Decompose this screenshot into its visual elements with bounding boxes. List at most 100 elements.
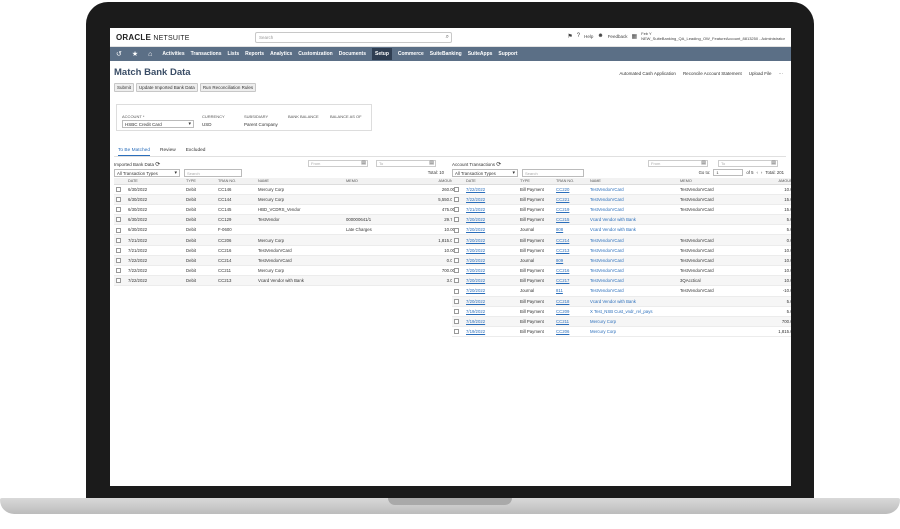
table-row[interactable]: 6/30/2022 Debit CC144 Mercury Corp 5,550.00 [114, 194, 458, 205]
right-search-input[interactable]: Search [522, 169, 584, 177]
page-action-2[interactable]: Upload File [749, 71, 772, 76]
action-button-1[interactable]: Update Imported Bank Data [136, 83, 198, 92]
row-checkbox[interactable] [116, 196, 121, 202]
table-row[interactable]: 7/20/2022 Bill Payment CC214 TestVendorVCar… [452, 234, 791, 246]
feedback-icon[interactable]: ☻ [597, 33, 603, 39]
cell-value[interactable]: CC214 [556, 238, 569, 243]
cell-value[interactable]: CC218 [556, 299, 569, 304]
cell-value[interactable]: 7/22/2022 [466, 197, 485, 202]
help-link[interactable]: Help [584, 34, 593, 39]
cell-value[interactable]: TestVendorVCard [590, 288, 624, 293]
role-switcher[interactable]: Feb Y NEW_SuiteBanking_QA_Leading_OW_Fea… [641, 31, 785, 41]
cell-value[interactable]: CC213 [556, 248, 569, 253]
cell-value[interactable]: CC215 [556, 217, 569, 222]
nav-item-commerce[interactable]: Commerce [398, 51, 424, 57]
table-row[interactable]: 6/30/2022 Debit CC129 TestVendor 000000641/1… [114, 214, 458, 226]
row-checkbox[interactable] [454, 329, 459, 335]
row-checkbox[interactable] [454, 186, 459, 192]
cell-value[interactable]: 7/20/2022 [466, 217, 485, 222]
chevron-left-icon[interactable]: ‹ [756, 170, 757, 175]
nav-item-lists[interactable]: Lists [227, 51, 239, 57]
calendar-icon[interactable]: ▤ [701, 160, 706, 166]
cell-value[interactable]: Vcard Vendor with Bank [590, 299, 636, 304]
cell-value[interactable]: TestVendorVCard [590, 207, 624, 212]
cell-value[interactable]: 7/20/2022 [466, 248, 485, 253]
table-row[interactable]: 6/30/2022 Debit CC145 HBD_VCDRS_Vendor 475.0… [114, 204, 458, 216]
cell-value[interactable]: Mercury Corp [590, 319, 616, 324]
home-icon[interactable]: ⌂ [148, 51, 152, 58]
right-from-date[interactable]: From ▤ [648, 160, 708, 167]
calendar-icon[interactable]: ▤ [429, 160, 434, 166]
nav-item-suitebanking[interactable]: SuiteBanking [430, 51, 462, 57]
row-checkbox[interactable] [454, 268, 459, 274]
nav-item-customization[interactable]: Customization [298, 51, 332, 57]
left-to-date[interactable]: To ▤ [376, 160, 436, 167]
row-checkbox[interactable] [116, 258, 121, 264]
cell-value[interactable]: TestVendorVCard [590, 258, 624, 263]
calendar-icon[interactable]: ▤ [771, 160, 776, 166]
cell-value[interactable]: X Test_NSB Cust_vndr_rel_pays [590, 309, 653, 314]
table-row[interactable]: 7/20/2022 Bill Payment CC215 Vcard Vendor w… [452, 214, 791, 226]
nav-item-transactions[interactable]: Transactions [191, 51, 222, 57]
nav-item-analytics[interactable]: Analytics [270, 51, 292, 57]
table-row[interactable]: 7/21/2022 Bill Payment CC219 TestVendorVCar… [452, 204, 791, 216]
row-checkbox[interactable] [116, 237, 121, 243]
row-checkbox[interactable] [454, 319, 459, 325]
chevron-right-icon[interactable]: › [761, 170, 762, 175]
row-checkbox[interactable] [116, 268, 121, 274]
table-row[interactable]: 7/22/2022 Debit CC211 Mercury Corp 700.00 [114, 265, 458, 277]
table-row[interactable]: 7/20/2022 Bill Payment CC213 TestVendorVCar… [452, 245, 791, 256]
cell-value[interactable]: 7/19/2022 [466, 329, 485, 334]
table-row[interactable]: 7/22/2022 Bill Payment CC221 TestVendorVCar… [452, 194, 791, 205]
cell-value[interactable]: CC219 [556, 207, 569, 212]
cell-value[interactable]: 7/20/2022 [466, 278, 485, 283]
nav-item-documents[interactable]: Documents [339, 51, 366, 57]
help-icon[interactable]: ? [577, 33, 580, 39]
cell-value[interactable]: TestVendorVCard [590, 268, 624, 273]
history-icon[interactable]: ↺ [116, 50, 122, 58]
recent-records-icon[interactable]: ⚑ [567, 33, 572, 40]
cell-value[interactable]: 7/20/2022 [466, 227, 485, 232]
page-action-1[interactable]: Reconcile Account Statement [683, 71, 742, 76]
calendar-icon[interactable]: ▤ [361, 160, 366, 166]
row-checkbox[interactable] [116, 227, 121, 233]
cell-value[interactable]: 7/21/2022 [466, 207, 485, 212]
cell-value[interactable]: CC209 [556, 309, 569, 314]
table-row[interactable]: 7/20/2022 Journal 809 TestVendorVCard TestVe… [452, 255, 791, 267]
row-checkbox[interactable] [454, 247, 459, 253]
cell-value[interactable]: Mercury Corp [590, 329, 616, 334]
row-checkbox[interactable] [116, 278, 121, 284]
feedback-link[interactable]: Feedback [608, 34, 628, 39]
row-checkbox[interactable] [454, 288, 459, 294]
cell-value[interactable]: CC206 [556, 329, 569, 334]
cell-value[interactable]: CC211 [556, 319, 569, 324]
nav-item-suiteapps[interactable]: SuiteApps [468, 51, 493, 57]
tab-review[interactable]: Review [160, 148, 176, 156]
cell-value[interactable]: 7/20/2022 [466, 299, 485, 304]
action-button-0[interactable]: Submit [114, 83, 135, 92]
table-row[interactable]: 7/20/2022 Bill Payment CC218 Vcard Vendor w… [452, 296, 791, 307]
global-search-input[interactable]: Search ⌕ [255, 32, 452, 43]
table-row[interactable]: 7/19/2022 Bill Payment CC211 Mercury Corp 70… [452, 316, 791, 328]
netsuite-logo[interactable]: ORACLE NETSUITE [116, 33, 190, 42]
cell-value[interactable]: CC217 [556, 278, 569, 283]
table-row[interactable]: 7/22/2022 Debit CC214 TestVendorVCard 0.00 [114, 255, 458, 267]
row-checkbox[interactable] [454, 258, 459, 264]
account-select[interactable]: HSBC Credit Card ▾ [122, 120, 194, 128]
cell-value[interactable]: 7/22/2022 [466, 187, 485, 192]
cell-value[interactable]: 7/20/2022 [466, 258, 485, 263]
row-checkbox[interactable] [454, 207, 459, 213]
nav-item-support[interactable]: Support [498, 51, 517, 57]
cell-value[interactable]: 7/19/2022 [466, 309, 485, 314]
table-row[interactable]: 7/21/2022 Debit CC206 Mercury Corp 1,815.00 [114, 234, 458, 246]
cell-value[interactable]: 7/20/2022 [466, 268, 485, 273]
cell-value[interactable]: 7/20/2022 [466, 288, 485, 293]
page-select[interactable]: 1 [713, 169, 744, 176]
cell-value[interactable]: 7/19/2022 [466, 319, 485, 324]
table-row[interactable]: 7/19/2022 Bill Payment CC206 Mercury Corp 1,… [452, 326, 791, 338]
cell-value[interactable]: 811 [556, 288, 563, 293]
tab-excluded[interactable]: Excluded [186, 148, 206, 156]
row-checkbox[interactable] [454, 196, 459, 202]
cell-value[interactable]: CC221 [556, 197, 569, 202]
table-row[interactable]: 7/20/2022 Bill Payment CC216 TestVendorVCar… [452, 265, 791, 277]
